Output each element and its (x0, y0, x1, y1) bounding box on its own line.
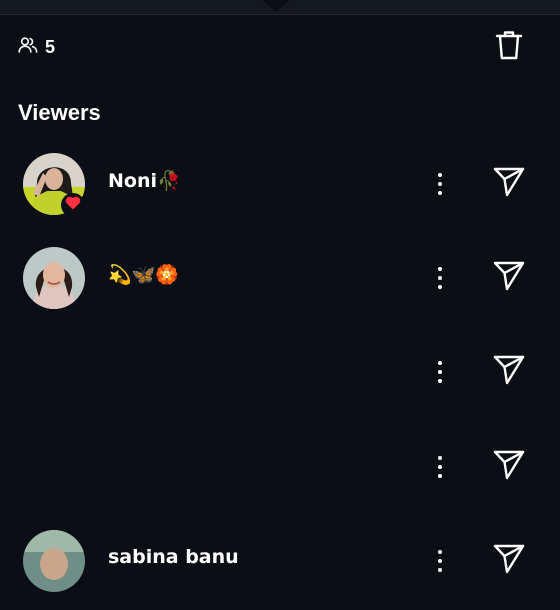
list-item[interactable]: sabina banu (0, 530, 560, 610)
more-icon-dot (438, 370, 442, 374)
more-icon-dot (438, 285, 442, 289)
more-options-button[interactable] (428, 544, 452, 578)
more-icon-dot (438, 379, 442, 383)
more-icon-dot (438, 267, 442, 271)
delete-story-button[interactable] (490, 28, 528, 66)
more-options-button[interactable] (428, 355, 452, 389)
top-handle-bar (0, 0, 560, 15)
paper-plane-icon (493, 450, 525, 485)
more-icon-dot (438, 173, 442, 177)
send-message-button[interactable] (490, 259, 528, 297)
more-icon-dot (438, 474, 442, 478)
heart-icon (65, 196, 81, 215)
send-message-button[interactable] (490, 165, 528, 203)
viewer-name: sabina banu (108, 546, 239, 568)
paper-plane-icon (493, 544, 525, 579)
list-item[interactable] (0, 341, 560, 421)
more-icon-dot (438, 276, 442, 280)
paper-plane-icon (493, 167, 525, 202)
viewer-name: 💫🦋🏵️ (108, 264, 179, 286)
send-message-button[interactable] (490, 353, 528, 391)
liked-badge (61, 193, 85, 217)
more-icon-dot (438, 182, 442, 186)
send-message-button[interactable] (490, 448, 528, 486)
paper-plane-icon (493, 261, 525, 296)
more-icon-dot (438, 456, 442, 460)
avatar[interactable] (23, 247, 85, 309)
more-icon-dot (438, 465, 442, 469)
viewer-name: Noni🥀 (108, 170, 181, 192)
more-icon-dot (438, 550, 442, 554)
avatar[interactable] (23, 153, 85, 217)
more-options-button[interactable] (428, 261, 452, 295)
more-options-button[interactable] (428, 167, 452, 201)
list-item[interactable]: Noni🥀 (0, 153, 560, 233)
list-item[interactable]: 💫🦋🏵️ (0, 247, 560, 327)
more-icon-dot (438, 361, 442, 365)
send-message-button[interactable] (490, 542, 528, 580)
trash-icon (495, 29, 523, 66)
more-options-button[interactable] (428, 450, 452, 484)
list-item[interactable] (0, 436, 560, 516)
viewer-count: 5 (18, 36, 55, 59)
more-icon-dot (438, 568, 442, 572)
people-icon (18, 36, 38, 59)
viewer-count-number: 5 (45, 37, 56, 57)
section-title: Viewers (18, 100, 101, 125)
paper-plane-icon (493, 355, 525, 390)
avatar[interactable] (23, 530, 85, 592)
more-icon-dot (438, 191, 442, 195)
sheet-notch (262, 0, 290, 12)
